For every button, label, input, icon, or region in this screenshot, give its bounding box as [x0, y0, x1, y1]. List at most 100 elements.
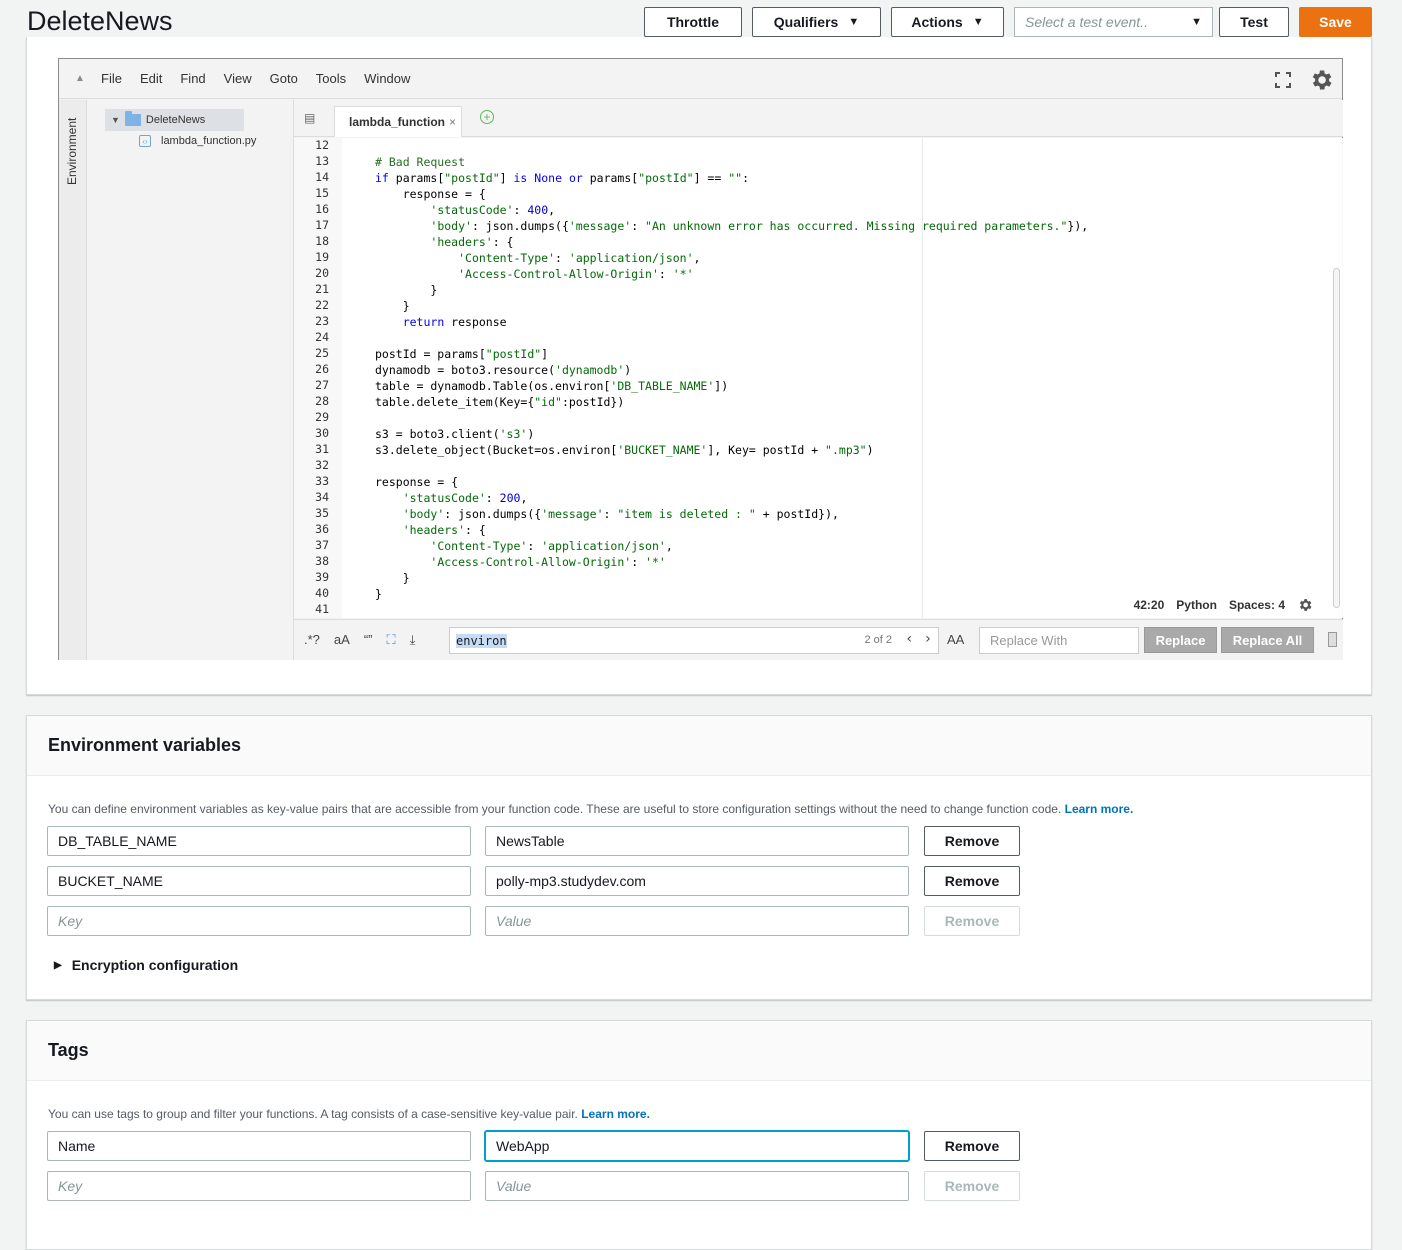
line-number-gutter: 12 13 14 15 16 17 18 19 20 21 22 23 24 25 26 27 28 29 30 31… — [294, 138, 342, 618]
tree-folder-root[interactable]: ▼ DeleteNews — [105, 109, 244, 131]
line-number: 16 — [315, 202, 329, 216]
tags-panel-title: Tags — [27, 1021, 1371, 1081]
value-placeholder: Value — [496, 913, 532, 929]
key-placeholder: Key — [58, 913, 83, 929]
prev-match-icon[interactable]: ‹ — [905, 631, 913, 647]
menu-find[interactable]: Find — [180, 71, 205, 86]
line-number: 18 — [315, 234, 329, 248]
remove-button[interactable]: Remove — [924, 826, 1020, 856]
caret-down-icon: ▼ — [972, 16, 984, 28]
ide-menubar: ▲ File Edit Find View Goto Tools Window — [59, 59, 1342, 99]
tags-learn-more-link[interactable]: Learn more. — [581, 1107, 650, 1121]
menu-file[interactable]: File — [101, 71, 122, 86]
env-new-key-field[interactable]: Key — [47, 906, 471, 936]
find-bar-handle[interactable] — [1328, 632, 1337, 647]
print-margin — [922, 138, 923, 618]
env-learn-more-link[interactable]: Learn more. — [1065, 802, 1134, 816]
env-new-value-field[interactable]: Value — [485, 906, 909, 936]
line-number: 20 — [315, 266, 329, 280]
menu-view[interactable]: View — [224, 71, 252, 86]
env-panel-title: Environment variables — [27, 716, 1371, 776]
remove-label: Remove — [944, 913, 1000, 929]
tab-list-icon[interactable]: ▤ — [304, 111, 315, 125]
code-text[interactable]: # Bad Request if params["postId"] is Non… — [342, 138, 1342, 602]
tag-new-value-field[interactable]: Value — [485, 1171, 909, 1201]
match-count: 2 of 2 — [864, 634, 892, 646]
find-input[interactable]: environ 2 of 2 ‹ › — [449, 627, 939, 654]
line-number: 29 — [315, 410, 329, 424]
preserve-case-toggle[interactable]: AA — [947, 632, 964, 647]
wrap-around-toggle[interactable]: ⤓ — [410, 632, 416, 648]
tags-description-text: You can use tags to group and filter you… — [48, 1107, 578, 1121]
caret-down-icon: ▼ — [848, 16, 860, 28]
replace-input[interactable]: Replace With — [979, 627, 1139, 654]
tree-file-item[interactable]: ‹› lambda_function.py — [139, 135, 256, 147]
line-number: 26 — [315, 362, 329, 376]
tree-folder-label: DeleteNews — [145, 114, 206, 126]
remove-button[interactable]: Remove — [924, 866, 1020, 896]
fullscreen-icon[interactable] — [1274, 71, 1292, 89]
actions-button[interactable]: Actions ▼ — [891, 7, 1004, 37]
language-mode[interactable]: Python — [1176, 598, 1217, 612]
key-placeholder: Key — [58, 1178, 83, 1194]
line-number: 33 — [315, 474, 329, 488]
gear-icon[interactable] — [1297, 597, 1313, 613]
qualifiers-button[interactable]: Qualifiers ▼ — [752, 7, 881, 37]
indent-setting[interactable]: Spaces: 4 — [1229, 598, 1285, 612]
tag-value-field[interactable]: WebApp — [485, 1131, 909, 1161]
line-number: 15 — [315, 186, 329, 200]
caret-right-icon: ▶ — [54, 959, 62, 971]
replace-button[interactable]: Replace — [1144, 627, 1217, 653]
search-in-selection-toggle[interactable]: ⛶ — [386, 632, 395, 648]
remove-button[interactable]: Remove — [924, 1131, 1020, 1161]
expand-triangle-icon[interactable]: ▼ — [111, 115, 120, 125]
cursor-position[interactable]: 42:20 — [1134, 598, 1165, 612]
remove-label: Remove — [944, 1138, 1000, 1154]
line-number: 36 — [315, 522, 329, 536]
remove-label: Remove — [944, 873, 1000, 889]
gear-icon[interactable] — [1308, 67, 1334, 93]
menu-window[interactable]: Window — [364, 71, 410, 86]
qualifiers-label: Qualifiers — [773, 14, 839, 30]
tag-new-key-field[interactable]: Key — [47, 1171, 471, 1201]
vertical-scrollbar[interactable] — [1333, 268, 1340, 608]
test-button[interactable]: Test — [1219, 7, 1289, 37]
environment-tab-label: Environment — [65, 117, 79, 185]
save-label: Save — [1319, 14, 1352, 30]
encryption-configuration-toggle[interactable]: ▶ Encryption configuration — [54, 957, 238, 973]
tag-key-field[interactable]: Name — [47, 1131, 471, 1161]
env-key-field[interactable]: DB_TABLE_NAME — [47, 826, 471, 856]
next-match-icon[interactable]: › — [924, 631, 932, 647]
line-number: 21 — [315, 282, 329, 296]
menu-goto[interactable]: Goto — [270, 71, 298, 86]
line-number: 34 — [315, 490, 329, 504]
replace-all-button[interactable]: Replace All — [1221, 627, 1314, 653]
test-event-select[interactable]: Select a test event.. ▼ — [1014, 7, 1213, 37]
line-number: 13 — [315, 154, 329, 168]
menu-edit[interactable]: Edit — [140, 71, 162, 86]
line-number: 22 — [315, 298, 329, 312]
env-value-field[interactable]: polly-mp3.studydev.com — [485, 866, 909, 896]
save-button[interactable]: Save — [1299, 7, 1372, 37]
case-sensitive-toggle[interactable]: aA — [334, 632, 350, 648]
whole-word-toggle[interactable]: “” — [364, 632, 373, 648]
throttle-button[interactable]: Throttle — [644, 7, 742, 37]
env-key-field[interactable]: BUCKET_NAME — [47, 866, 471, 896]
remove-label: Remove — [944, 833, 1000, 849]
regex-toggle[interactable]: .*? — [304, 632, 320, 648]
code-area[interactable]: 12 13 14 15 16 17 18 19 20 21 22 23 24 25 26 27 28 29 30 31… — [294, 138, 1343, 618]
line-number: 39 — [315, 570, 329, 584]
throttle-label: Throttle — [666, 14, 720, 30]
tab-lambda-function[interactable]: lambda_function × — [334, 106, 462, 137]
line-number: 17 — [315, 218, 329, 232]
file-tree: ▼ DeleteNews ‹› lambda_function.py — [87, 100, 294, 660]
menu-tools[interactable]: Tools — [316, 71, 346, 86]
editor-status-bar: 42:20 Python Spaces: 4 — [1134, 597, 1313, 613]
collapse-icon[interactable]: ▲ — [59, 73, 101, 84]
close-icon[interactable]: × — [449, 115, 456, 129]
code-content[interactable]: # Bad Request if params["postId"] is Non… — [342, 138, 1342, 618]
env-value-field[interactable]: NewsTable — [485, 826, 909, 856]
add-tab-icon[interactable]: + — [480, 110, 494, 124]
environment-side-tab[interactable]: Environment — [59, 100, 87, 660]
env-value-value: NewsTable — [496, 833, 565, 849]
